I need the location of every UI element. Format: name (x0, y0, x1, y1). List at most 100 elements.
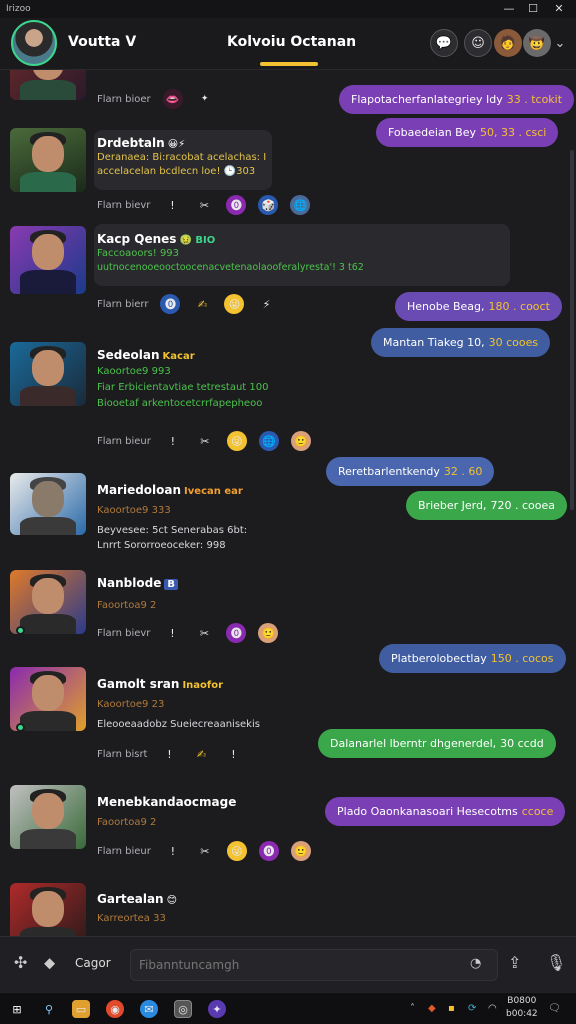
badge-icon[interactable]: ⓿ (258, 841, 279, 861)
sender-name[interactable]: Gartealan 😊 (97, 892, 177, 906)
avatar[interactable] (10, 226, 86, 294)
reaction-label: Flarn bievr (97, 199, 151, 211)
upload-icon[interactable]: ⇪ (508, 953, 521, 972)
pen-icon[interactable]: ✍ (191, 744, 211, 764)
bubble-meta: 720 . cooea (490, 499, 555, 512)
bubble-meta: 180 . cooct (488, 300, 550, 313)
channel-title[interactable]: Kolvoiu Octanan (227, 34, 356, 50)
sender-name[interactable]: Mariedoloan Ivecan ear (97, 483, 243, 497)
smile-icon[interactable]: 🙂 (258, 623, 279, 643)
chat-bubble-icon[interactable]: 💬 (430, 29, 458, 57)
clock[interactable]: B0800 b00:42 (506, 995, 538, 1021)
badge-icon[interactable]: ⓿ (160, 294, 181, 314)
dice-icon[interactable]: 🎲 (258, 195, 279, 215)
avatar[interactable] (10, 667, 86, 731)
pen-icon[interactable]: ✍ (192, 294, 212, 314)
bubble-meta: 32 . 60 (443, 465, 483, 478)
scissors-icon[interactable]: ✂ (194, 195, 214, 215)
exclaim-icon[interactable]: ! (163, 841, 183, 861)
sync-icon[interactable]: ⟳ (468, 1003, 476, 1014)
avatar[interactable] (10, 785, 86, 849)
mail-icon[interactable]: ✉ (140, 1000, 158, 1018)
emoji-icon[interactable]: ☺ (464, 29, 492, 57)
message-bubble[interactable]: Fobaedeian Bey 50, 33 . csci (376, 118, 559, 147)
sparkle-icon[interactable]: ✦ (195, 89, 215, 109)
chevron-down-icon[interactable]: ⌄ (550, 29, 570, 57)
location-icon[interactable]: ⬥ (44, 953, 55, 973)
close-icon[interactable]: ✕ (548, 0, 570, 18)
badge-icon[interactable]: ⓿ (226, 195, 247, 215)
globe-icon[interactable]: 🌐 (258, 431, 279, 451)
avatar[interactable] (10, 128, 86, 192)
message-bubble[interactable]: Reretbarlentkendy 32 . 60 (326, 457, 495, 486)
scissors-icon[interactable]: ✂ (195, 431, 215, 451)
sender-name[interactable]: Menebkandaocmage (97, 795, 239, 809)
message-bubble[interactable]: Mantan Tiakeg 10, 30 cooes (371, 328, 551, 357)
avatar[interactable] (10, 473, 86, 535)
bubble-text: Plado Oaonkanasoari Hesecotms (337, 805, 518, 818)
sender-name[interactable]: Kacp Qenes 🤢 BIO (97, 232, 215, 246)
sender-name[interactable]: Drdebtaln 😀⚡ (97, 136, 185, 150)
exclaim-icon[interactable]: ! (163, 431, 183, 451)
app-tray-icon[interactable]: ◆ (428, 1003, 436, 1014)
bubble-text: Reretbarlentkendy (338, 465, 440, 478)
wink-icon[interactable]: 😜 (224, 294, 245, 314)
lips-icon[interactable]: 👄 (162, 89, 183, 109)
minimize-icon[interactable]: — (498, 0, 520, 18)
bubble-text: Flapotacherfanlategriey Idy (351, 93, 503, 106)
sender-name[interactable]: Sedeolan Kacar (97, 348, 195, 362)
sender-name[interactable]: Nanblode B (97, 576, 178, 590)
scrollbar[interactable] (570, 150, 574, 510)
exclaim-icon[interactable]: ! (159, 744, 179, 764)
globe-icon[interactable]: 🌐 (290, 195, 311, 215)
exclaim-icon[interactable]: ! (223, 744, 243, 764)
exclaim-icon[interactable]: ! (162, 195, 182, 215)
attach-icon[interactable]: ✣ (14, 953, 27, 972)
bubble-text: Platberolobectlay (391, 652, 487, 665)
user-avatar[interactable]: 🧑 (494, 29, 522, 57)
user-avatar-alt[interactable]: 🤠 (523, 29, 551, 57)
user-name[interactable]: Voutta V (68, 34, 136, 50)
sender-name[interactable]: Gamolt sran Inaofor (97, 677, 223, 691)
chevron-up-icon[interactable]: ˄ (410, 1003, 415, 1014)
chat-app-icon[interactable]: ◎ (174, 1000, 192, 1018)
wink-icon[interactable]: 😜 (226, 841, 247, 861)
composer-label[interactable]: Cagor (75, 956, 111, 970)
message-feed[interactable]: Flarn bioer 👄 ✦ Flapotacherfanlategriey … (0, 70, 576, 936)
maximize-icon[interactable]: ☐ (522, 0, 544, 18)
start-icon[interactable]: ⊞ (8, 1000, 26, 1018)
message-bubble[interactable]: Henobe Beag, 180 . cooct (395, 292, 562, 321)
app-window: Irizoo — ☐ ✕ Voutta V Kolvoiu Octanan 💬 … (0, 0, 576, 992)
browser-icon[interactable]: ◉ (106, 1000, 124, 1018)
message-bubble[interactable]: Brieber Jerd, 720 . cooea (406, 491, 567, 520)
message-bubble[interactable]: Dalanarlel lberntr dhgenerdel, 30 ccdd (318, 729, 556, 758)
avatar[interactable] (11, 20, 57, 66)
lightning-icon[interactable]: ⚡ (256, 294, 276, 314)
scissors-icon[interactable]: ✂ (195, 841, 215, 861)
smile-icon[interactable]: 🙂 (290, 431, 311, 451)
wink-icon[interactable]: 😜 (226, 431, 247, 451)
exclaim-icon[interactable]: ! (162, 623, 182, 643)
timer-icon[interactable]: ◔ (470, 956, 481, 971)
message-bubble[interactable]: Plado Oaonkanasoari Hesecotms ccoce (325, 797, 566, 826)
avatar[interactable] (10, 883, 86, 936)
message-bubble[interactable]: Flapotacherfanlategriey Idy 33 . tcokit (339, 85, 575, 114)
bubble-text: Brieber Jerd, (418, 499, 487, 512)
smile-icon[interactable]: 🙂 (290, 841, 311, 861)
folder-icon[interactable]: ▭ (72, 1000, 90, 1018)
message-bubble[interactable]: Platberolobectlay 150 . cocos (379, 644, 566, 673)
search-icon[interactable]: ⚲ (40, 1000, 58, 1018)
folder-tray-icon[interactable]: ▪ (448, 1003, 455, 1014)
bubble-meta: 150 . cocos (490, 652, 554, 665)
game-icon[interactable]: ✦ (208, 1000, 226, 1018)
avatar[interactable] (10, 570, 86, 634)
avatar[interactable] (10, 342, 86, 406)
wifi-icon[interactable]: ◠ (488, 1003, 497, 1014)
notification-icon[interactable]: 🗨 (548, 1003, 561, 1014)
message-input[interactable] (130, 949, 498, 981)
scissors-icon[interactable]: ✂ (194, 623, 214, 643)
badge-icon[interactable]: ⓿ (226, 623, 247, 643)
avatar[interactable] (10, 70, 86, 100)
mic-icon[interactable]: 🎙 (546, 953, 566, 972)
message-text: Faoortoa9 2 (97, 600, 157, 611)
